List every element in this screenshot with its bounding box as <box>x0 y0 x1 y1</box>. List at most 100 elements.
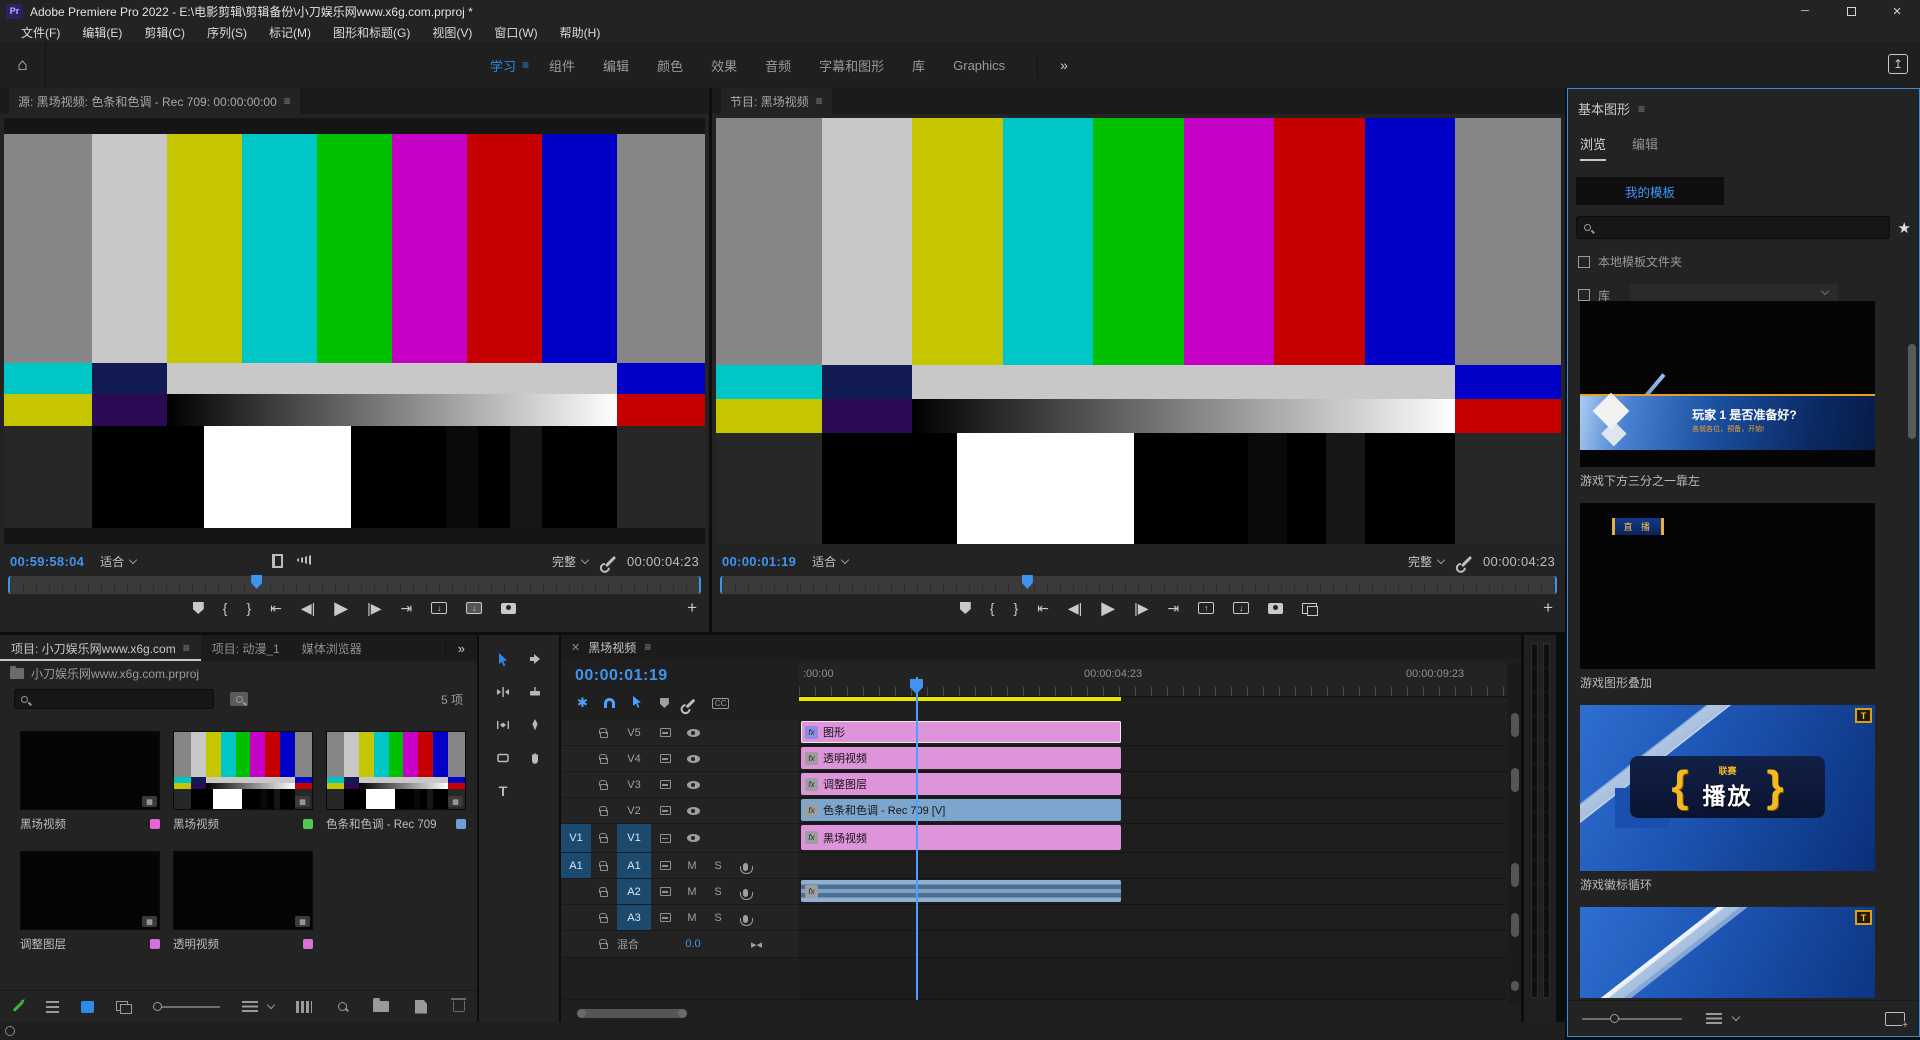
sync-lock-icon[interactable] <box>651 834 679 843</box>
workspace-tab-audio[interactable]: 音频 <box>751 50 805 81</box>
close-icon[interactable]: ✕ <box>571 641 580 654</box>
step-forward-icon[interactable]: |▶ <box>1134 600 1148 617</box>
menu-markers[interactable]: 标记(M) <box>258 22 322 43</box>
fx-badge[interactable]: fx <box>805 752 818 765</box>
automate-to-sequence-icon[interactable] <box>296 1001 312 1013</box>
project-breadcrumb[interactable]: 小刀娱乐网www.x6g.com.prproj <box>0 661 477 685</box>
delete-icon[interactable] <box>453 1001 465 1012</box>
track-name[interactable]: V2 <box>617 798 651 823</box>
clip-adjustment-layer[interactable]: fx调整图层 <box>801 773 1121 795</box>
go-to-in-icon[interactable]: ⇤ <box>270 600 282 617</box>
sync-lock-icon[interactable] <box>651 780 679 789</box>
track-lock-icon[interactable] <box>591 754 617 764</box>
export-frame-icon[interactable] <box>1268 603 1283 614</box>
toggle-track-output-icon[interactable] <box>679 834 707 842</box>
workspace-tab-libraries[interactable]: 库 <box>898 50 939 81</box>
lift-icon[interactable]: ↑ <box>1198 602 1214 614</box>
minimize-button[interactable]: ─ <box>1782 0 1828 22</box>
label-color-chip[interactable] <box>150 939 160 949</box>
checkbox[interactable] <box>1578 289 1590 301</box>
slider-knob[interactable] <box>153 1002 162 1011</box>
menu-edit[interactable]: 编辑(E) <box>71 22 133 43</box>
keyframe-toggle-icon[interactable]: ▸◂ <box>751 938 762 951</box>
tab-project-main[interactable]: 项目: 小刀娱乐网www.x6g.com≡ <box>0 635 201 661</box>
panel-menu-icon[interactable]: ≡ <box>644 640 651 654</box>
track-lock-icon[interactable] <box>591 913 617 923</box>
extract-icon[interactable]: ↓ <box>1233 602 1249 614</box>
checkbox[interactable] <box>1578 256 1590 268</box>
track-lock-icon[interactable] <box>591 780 617 790</box>
rectangle-tool[interactable] <box>492 748 514 768</box>
template-thumbnail[interactable]: 玩家 1 是否准备好? 各就各位，预备，开始! <box>1580 301 1875 467</box>
source-patch-a1[interactable]: A1 <box>561 853 591 878</box>
label-color-chip[interactable] <box>456 819 466 829</box>
panel-menu-icon[interactable]: ≡ <box>816 94 823 108</box>
voiceover-record-icon[interactable] <box>731 887 759 897</box>
source-patch[interactable] <box>561 720 591 745</box>
template-item[interactable]: 玩家 1 是否准备好? 各就各位，预备，开始! 游戏下方三分之一靠左 <box>1580 301 1905 497</box>
template-item[interactable]: { 联赛播放 } T 游戏徽标循环 <box>1580 705 1905 901</box>
sync-lock-icon[interactable] <box>651 754 679 763</box>
menu-file[interactable]: 文件(F) <box>10 22 71 43</box>
tab-media-browser[interactable]: 媒体浏览器 <box>291 635 373 661</box>
home-icon[interactable]: ⌂ <box>0 42 46 88</box>
item-thumbnail[interactable]: ▦ <box>20 851 160 930</box>
source-zoom-select[interactable]: 适合 <box>94 551 142 572</box>
scrollbar-handle[interactable] <box>1511 913 1519 937</box>
source-monitor-tab[interactable]: 源: 黑场视频: 色条和色调 - Rec 709: 00:00:00:00 ≡ <box>9 88 300 114</box>
template-thumbnail[interactable]: { 联赛播放 } T <box>1580 705 1875 871</box>
export-frame-icon[interactable] <box>501 603 516 614</box>
new-bin-icon[interactable] <box>373 1001 389 1012</box>
item-thumbnail[interactable]: ▦ <box>173 731 313 810</box>
clip-black-video[interactable]: fx黑场视频 <box>801 825 1121 850</box>
program-monitor-tab[interactable]: 节目: 黑场视频 ≡ <box>721 88 832 114</box>
track-select-forward-tool[interactable] <box>524 649 546 669</box>
template-zoom-slider[interactable] <box>1582 1018 1682 1020</box>
slider-knob[interactable] <box>1610 1014 1619 1023</box>
my-templates-button[interactable]: 我的模板 <box>1576 177 1724 205</box>
track-lane-v2[interactable]: fx色条和色调 - Rec 709 [V] <box>799 798 1507 824</box>
workspace-tab-graphics[interactable]: Graphics <box>939 52 1019 79</box>
timeline-timecode[interactable]: 00:00:01:19 <box>575 667 668 685</box>
template-item[interactable]: T <box>1580 907 1905 998</box>
toggle-track-output-icon[interactable] <box>679 729 707 737</box>
background-tasks-indicator[interactable] <box>5 1026 15 1036</box>
voiceover-record-icon[interactable] <box>731 913 759 923</box>
mark-out-icon[interactable]: } <box>1013 600 1018 616</box>
search-bin-button[interactable] <box>230 692 248 706</box>
thumbnail-zoom-slider[interactable] <box>153 1006 221 1008</box>
source-patch[interactable] <box>561 746 591 771</box>
menu-sequence[interactable]: 序列(S) <box>196 22 258 43</box>
play-icon[interactable]: ▶ <box>334 598 348 619</box>
project-item[interactable]: ▦ 色条和色调 - Rec 709 <box>326 731 477 851</box>
list-view-button[interactable] <box>46 1001 59 1013</box>
add-marker-icon[interactable] <box>660 698 669 708</box>
item-thumbnail[interactable]: ▦ <box>326 731 466 810</box>
menu-clip[interactable]: 剪辑(C) <box>133 22 196 43</box>
track-lane-v1[interactable]: fx黑场视频 <box>799 824 1507 853</box>
template-item[interactable]: 直 播 游戏图形叠加 <box>1580 503 1905 699</box>
source-playback-resolution[interactable]: 完整 <box>546 551 594 572</box>
workspace-tab-assembly[interactable]: 组件 <box>535 50 589 81</box>
toggle-track-output-icon[interactable] <box>679 807 707 815</box>
captions-icon[interactable]: CC <box>712 698 730 709</box>
mix-level-value[interactable]: 0.0 <box>663 938 723 950</box>
add-marker-icon[interactable] <box>193 602 204 614</box>
fx-badge[interactable]: fx <box>805 726 818 739</box>
sync-lock-icon[interactable] <box>651 861 679 870</box>
label-color-chip[interactable] <box>150 819 160 829</box>
insert-nested-sequence-icon[interactable]: ✱ <box>577 695 588 711</box>
razor-tool[interactable] <box>524 682 546 702</box>
toggle-track-output-icon[interactable] <box>679 755 707 763</box>
ripple-edit-tool[interactable] <box>492 682 514 702</box>
item-name[interactable]: 透明视频 <box>173 936 219 952</box>
workspace-tab-captions[interactable]: 字幕和图形 <box>805 50 898 81</box>
label-color-chip[interactable] <box>303 939 313 949</box>
scrollbar-handle[interactable] <box>1511 713 1519 737</box>
track-name[interactable]: A2 <box>617 879 651 904</box>
clip-graphic[interactable]: fx图形 <box>801 721 1121 743</box>
workspace-tab-color[interactable]: 颜色 <box>643 50 697 81</box>
mark-in-icon[interactable]: { <box>223 600 228 616</box>
icon-view-button[interactable] <box>81 1001 94 1013</box>
clip-bars-and-tone-audio[interactable]: fx <box>801 880 1121 902</box>
